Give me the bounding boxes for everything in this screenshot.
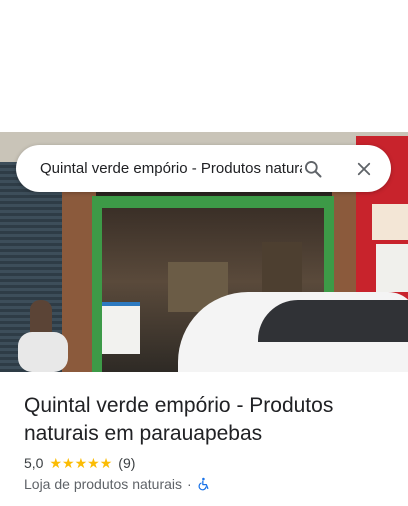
star-icon: ★ <box>74 455 88 471</box>
rating-stars: ★ ★ ★ ★ ★ <box>49 456 112 470</box>
review-count[interactable]: (9) <box>118 455 135 471</box>
rating-value: 5,0 <box>24 455 44 471</box>
motorcycle <box>18 332 68 372</box>
neighbor-sign <box>376 244 408 292</box>
search-bar[interactable]: Quintal verde empório - Produtos naturai… <box>16 145 391 192</box>
rating-row[interactable]: 5,0 ★ ★ ★ ★ ★ (9) <box>24 454 135 472</box>
wheelchair-icon <box>198 477 209 491</box>
place-title: Quintal verde empório - Produtos naturai… <box>24 394 334 445</box>
star-icon: ★ <box>62 455 75 471</box>
star-icon: ★ <box>99 455 113 471</box>
star-icon: ★ <box>87 455 100 471</box>
search-icon <box>305 161 322 178</box>
neighbor-poster <box>372 204 408 240</box>
search-button[interactable] <box>296 152 330 186</box>
star-icon: ★ <box>49 455 63 471</box>
place-info-panel: Quintal verde empório - Produtos naturai… <box>0 372 408 506</box>
blank-header-area <box>0 0 408 132</box>
green-frame-top <box>92 196 334 208</box>
search-query[interactable]: Quintal verde empório - Produtos naturai… <box>40 145 302 192</box>
place-category: Loja de produtos naturais <box>24 476 182 492</box>
category-row: Loja de produtos naturais · <box>24 475 211 493</box>
green-frame-left <box>92 196 102 372</box>
clear-search-button[interactable] <box>347 152 381 186</box>
separator: · <box>187 476 192 492</box>
close-icon <box>357 162 371 176</box>
store-banner <box>102 302 140 354</box>
car-window <box>258 300 408 342</box>
